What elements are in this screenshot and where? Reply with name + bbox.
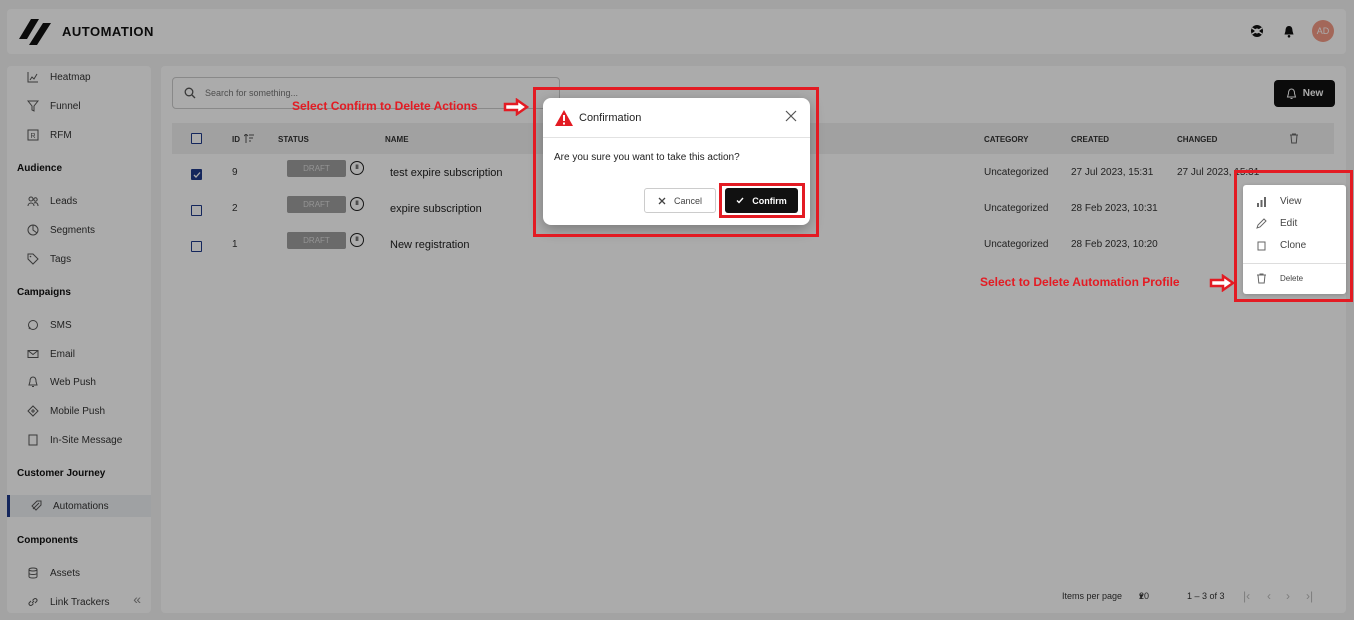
annotation-confirm-note: Select Confirm to Delete Actions xyxy=(292,99,478,113)
right-arrow-icon xyxy=(1209,274,1235,292)
confirm-highlight-box xyxy=(719,183,805,218)
annotation-delete-note: Select to Delete Automation Profile xyxy=(980,275,1180,289)
right-arrow-icon xyxy=(503,98,529,116)
menu-highlight-box xyxy=(1234,170,1353,302)
